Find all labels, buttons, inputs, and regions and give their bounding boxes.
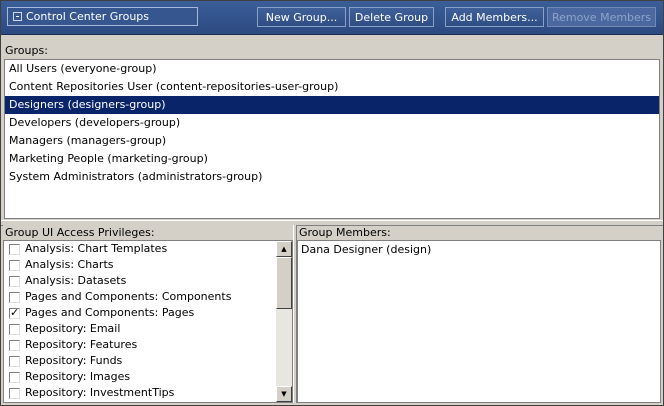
view-selector[interactable]: Control Center Groups bbox=[7, 7, 198, 26]
privilege-checkbox[interactable]: ✓ bbox=[9, 324, 20, 335]
privilege-checkbox[interactable]: ✓ bbox=[9, 260, 20, 271]
privilege-item[interactable]: ✓ Repository: Features bbox=[4, 337, 292, 353]
member-list-item[interactable]: Dana Designer (design) bbox=[298, 241, 660, 259]
privileges-list[interactable]: ✓ Analysis: Chart Templates ✓ Analysis: Cha… bbox=[3, 240, 293, 403]
privilege-label: Analysis: Charts bbox=[25, 258, 114, 271]
group-list-item[interactable]: Developers (developers-group) bbox=[5, 114, 659, 132]
privilege-label: Repository: Email bbox=[25, 322, 121, 335]
privilege-label: Repository: Images bbox=[25, 370, 131, 383]
privilege-item[interactable]: ✓ Repository: InvestmentTips bbox=[4, 385, 292, 401]
remove-members-button[interactable]: Remove Members bbox=[547, 7, 656, 27]
privilege-label: Pages and Components: Components bbox=[25, 290, 232, 303]
collapse-icon[interactable] bbox=[13, 12, 22, 21]
privilege-checkbox[interactable]: ✓ bbox=[9, 244, 20, 255]
privilege-item[interactable]: ✓ Repository: Images bbox=[4, 369, 292, 385]
privilege-label: Analysis: Datasets bbox=[25, 274, 127, 287]
group-list-item[interactable]: Marketing People (marketing-group) bbox=[5, 150, 659, 168]
privilege-item[interactable]: ✓ Repository: Funds bbox=[4, 353, 292, 369]
privilege-checkbox[interactable]: ✓ bbox=[9, 292, 20, 303]
group-list-item[interactable]: All Users (everyone-group) bbox=[5, 60, 659, 78]
privilege-item[interactable]: ✓ Analysis: Charts bbox=[4, 257, 292, 273]
group-list-item[interactable]: System Administrators (administrators-gr… bbox=[5, 168, 659, 186]
privilege-checkbox[interactable]: ✓ bbox=[9, 372, 20, 383]
group-list-item[interactable]: Content Repositories User (content-repos… bbox=[5, 78, 659, 96]
privilege-label: Analysis: Chart Templates bbox=[25, 242, 168, 255]
new-group-button[interactable]: New Group... bbox=[257, 7, 346, 27]
privilege-checkbox[interactable]: ✓ bbox=[9, 340, 20, 351]
privilege-item[interactable]: ✓ Analysis: Datasets bbox=[4, 273, 292, 289]
privilege-item[interactable]: ✓ Repository: Email bbox=[4, 321, 292, 337]
privilege-label: Repository: Features bbox=[25, 338, 138, 351]
members-list[interactable]: Dana Designer (design) bbox=[297, 240, 661, 403]
privilege-label: Repository: Funds bbox=[25, 354, 123, 367]
delete-group-button[interactable]: Delete Group bbox=[349, 7, 434, 27]
privilege-label: Repository: InvestmentTips bbox=[25, 386, 175, 399]
view-selector-label: Control Center Groups bbox=[26, 10, 149, 23]
group-list-item[interactable]: Designers (designers-group) bbox=[5, 96, 659, 114]
privileges-scrollbar[interactable]: ▲ ▼ bbox=[276, 241, 292, 402]
members-panel: Group Members: Dana Designer (design) bbox=[297, 225, 661, 403]
control-center-window: Control Center Groups New Group... Delet… bbox=[0, 0, 664, 406]
scroll-down-icon[interactable]: ▼ bbox=[276, 386, 292, 402]
add-members-button[interactable]: Add Members... bbox=[445, 7, 544, 27]
groups-label: Groups: bbox=[5, 44, 48, 57]
toolbar: Control Center Groups New Group... Delet… bbox=[1, 1, 663, 35]
privilege-label: Pages and Components: Pages bbox=[25, 306, 195, 319]
scroll-up-icon[interactable]: ▲ bbox=[276, 241, 292, 257]
privilege-checkbox[interactable]: ✓ bbox=[9, 388, 20, 399]
privilege-checkbox[interactable]: ✓ bbox=[9, 356, 20, 367]
privilege-item[interactable]: ✓ Analysis: Chart Templates bbox=[4, 241, 292, 257]
scroll-thumb[interactable] bbox=[276, 257, 292, 309]
privilege-checkbox[interactable]: ✓ bbox=[9, 306, 20, 319]
members-label: Group Members: bbox=[299, 226, 391, 239]
privileges-label: Group UI Access Privileges: bbox=[3, 225, 295, 240]
privilege-item[interactable]: ✓ Pages and Components: Components bbox=[4, 289, 292, 305]
privileges-panel: Group UI Access Privileges: ✓ Analysis: C… bbox=[3, 225, 295, 403]
groups-list[interactable]: All Users (everyone-group) Content Reposi… bbox=[4, 59, 660, 219]
checkmark-icon: ✓ bbox=[10, 306, 20, 319]
privilege-checkbox[interactable]: ✓ bbox=[9, 276, 20, 287]
privilege-item[interactable]: ✓ Pages and Components: Pages bbox=[4, 305, 292, 321]
group-list-item[interactable]: Managers (managers-group) bbox=[5, 132, 659, 150]
